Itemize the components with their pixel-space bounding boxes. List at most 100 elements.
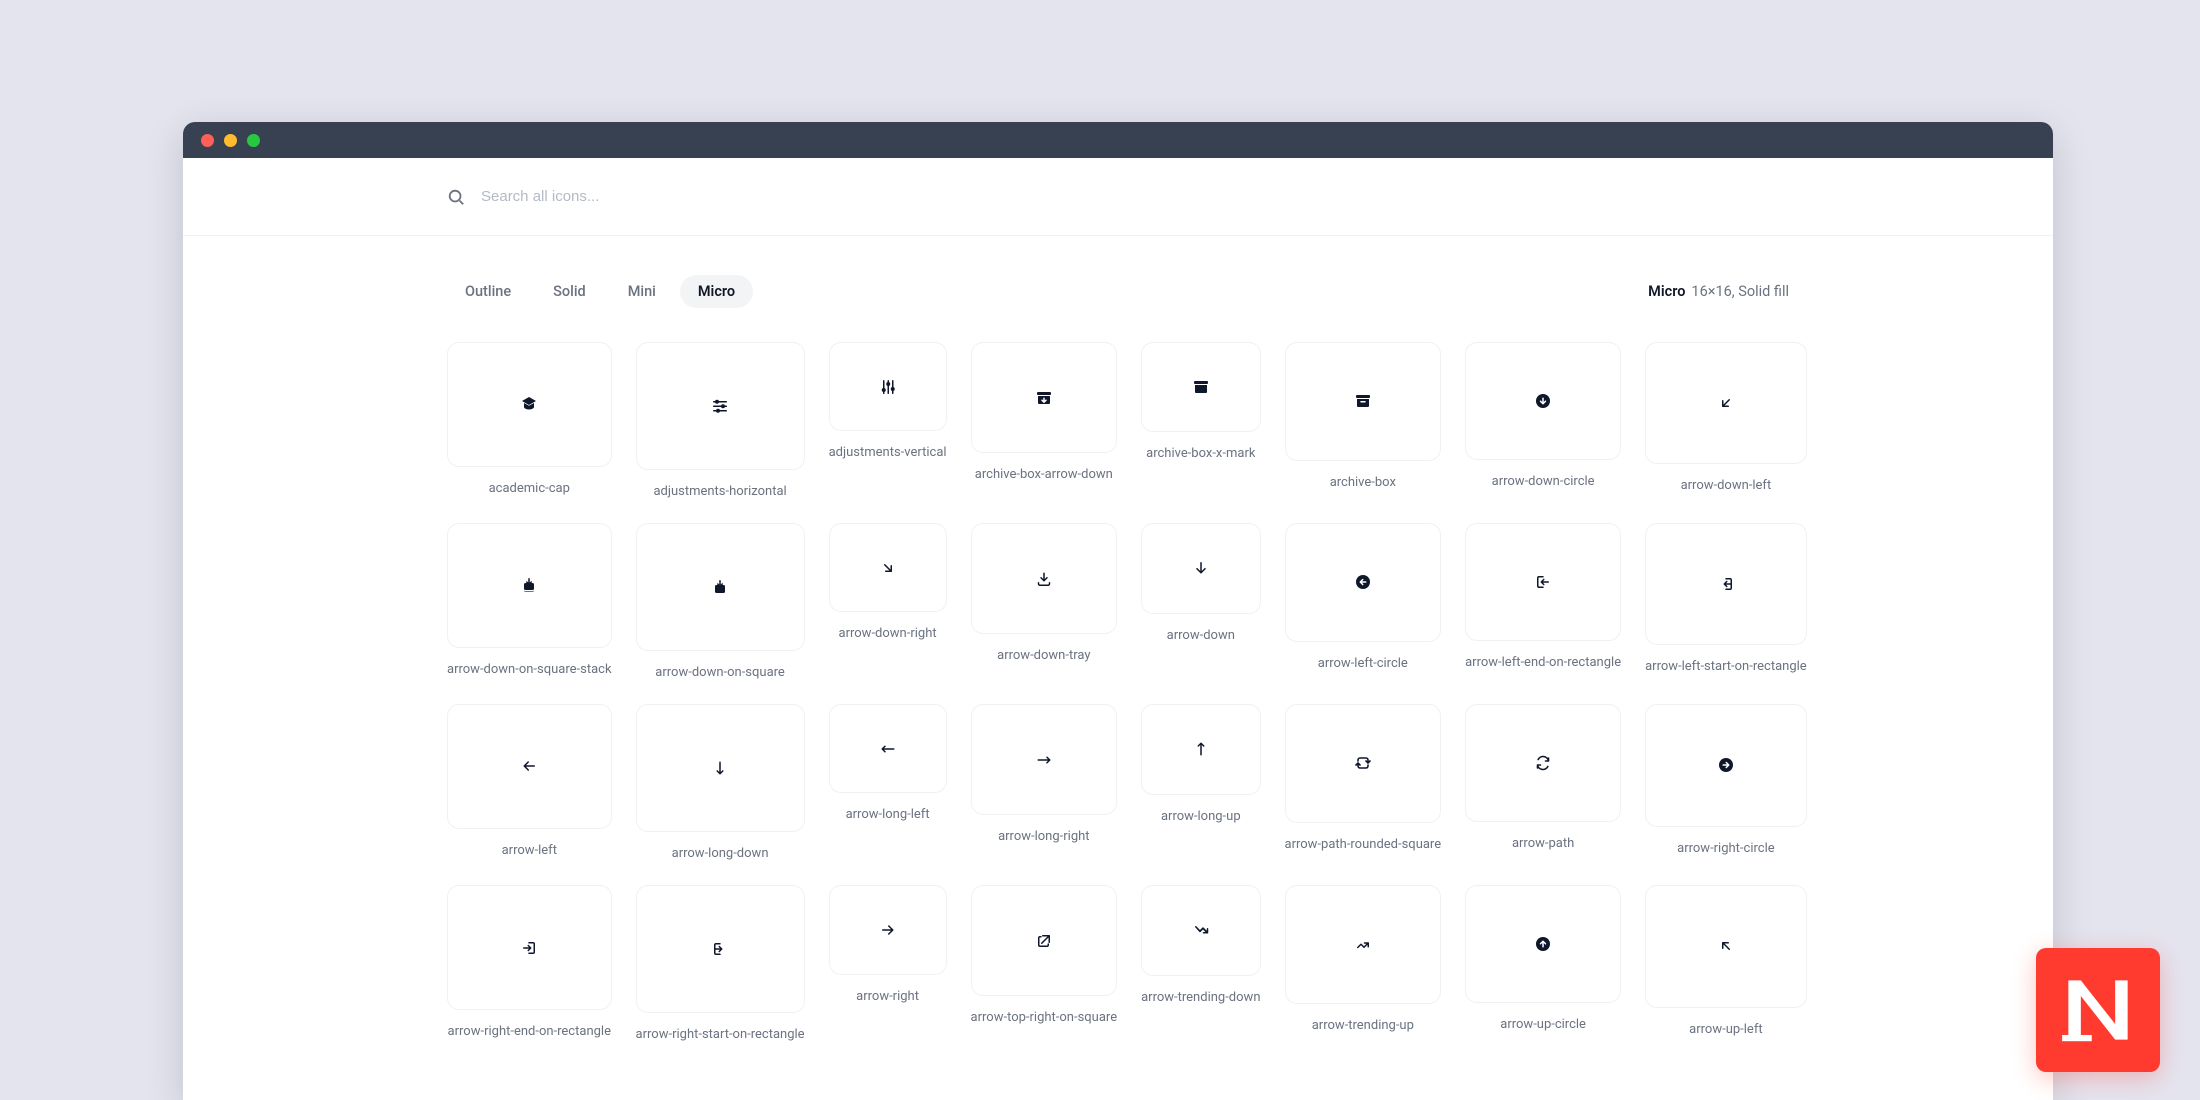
icon-card-arrow-trending-up: arrow-trending-up [1285, 885, 1442, 1042]
search-input[interactable] [481, 188, 981, 205]
arrow-long-right-icon[interactable] [971, 704, 1118, 815]
arrow-long-down-icon[interactable] [636, 704, 805, 832]
icon-card-arrow-long-up: arrow-long-up [1141, 704, 1260, 861]
icon-label: arrow-right-start-on-rectangle [636, 1027, 805, 1042]
icon-label: arrow-long-right [998, 829, 1089, 844]
arrow-down-on-square-stack-icon[interactable] [447, 523, 612, 648]
icon-card-arrow-down-right: arrow-down-right [829, 523, 947, 680]
archive-box-x-mark-icon[interactable] [1141, 342, 1260, 432]
icon-card-arrow-top-right-on-square: arrow-top-right-on-square [971, 885, 1118, 1042]
tab-outline[interactable]: Outline [447, 275, 529, 308]
icon-label: arrow-down-on-square-stack [447, 662, 612, 677]
arrow-trending-down-icon[interactable] [1141, 885, 1260, 975]
icon-label: arrow-long-down [672, 846, 769, 861]
icon-card-arrow-left-start-on-rectangle: arrow-left-start-on-rectangle [1645, 523, 1807, 680]
icon-card-arrow-long-left: arrow-long-left [829, 704, 947, 861]
icon-label: archive-box-x-mark [1146, 446, 1255, 461]
arrow-left-icon[interactable] [447, 704, 612, 829]
arrow-down-right-icon[interactable] [829, 523, 947, 612]
arrow-right-icon[interactable] [829, 885, 947, 974]
close-window-button[interactable] [201, 134, 214, 147]
archive-box-arrow-down-icon[interactable] [971, 342, 1118, 453]
style-tabs: OutlineSolidMiniMicro [447, 275, 753, 308]
arrow-right-circle-icon[interactable] [1645, 704, 1807, 826]
icon-label: arrow-right [856, 989, 919, 1004]
icon-card-arrow-path-rounded-square: arrow-path-rounded-square [1285, 704, 1442, 861]
brand-badge [2036, 948, 2160, 1072]
brand-logo-icon [2059, 971, 2137, 1049]
tab-mini[interactable]: Mini [610, 275, 674, 308]
arrow-down-tray-icon[interactable] [971, 523, 1118, 634]
arrow-down-icon[interactable] [1141, 523, 1260, 613]
icon-card-arrow-down-tray: arrow-down-tray [971, 523, 1118, 680]
icon-card-arrow-right-start-on-rectangle: arrow-right-start-on-rectangle [636, 885, 805, 1042]
icon-card-arrow-left: arrow-left [447, 704, 612, 861]
icon-label: archive-box [1330, 475, 1396, 490]
maximize-window-button[interactable] [247, 134, 260, 147]
icon-label: arrow-left-circle [1318, 656, 1408, 671]
icon-label: arrow-right-end-on-rectangle [448, 1024, 611, 1039]
adjustments-horizontal-icon[interactable] [636, 342, 805, 470]
icon-label: arrow-down-circle [1492, 474, 1595, 489]
icon-label: arrow-up-left [1689, 1022, 1762, 1037]
icon-label: arrow-up-circle [1500, 1017, 1586, 1032]
style-meta: Micro16×16, Solid fill [1648, 283, 1789, 300]
icon-card-arrow-up-circle: arrow-up-circle [1465, 885, 1621, 1042]
icon-card-arrow-right: arrow-right [829, 885, 947, 1042]
arrow-long-left-icon[interactable] [829, 704, 947, 793]
icon-card-arrow-left-end-on-rectangle: arrow-left-end-on-rectangle [1465, 523, 1621, 680]
icon-label: arrow-down-on-square [655, 665, 785, 680]
icon-label: adjustments-horizontal [653, 484, 786, 499]
icon-card-adjustments-horizontal: adjustments-horizontal [636, 342, 805, 499]
icon-label: arrow-down-tray [997, 648, 1090, 663]
icon-label: arrow-right-circle [1677, 841, 1775, 856]
icon-card-archive-box-arrow-down: archive-box-arrow-down [971, 342, 1118, 499]
icon-card-arrow-left-circle: arrow-left-circle [1285, 523, 1442, 680]
icon-label: archive-box-arrow-down [975, 467, 1113, 482]
arrow-path-rounded-square-icon[interactable] [1285, 704, 1442, 823]
icon-label: arrow-top-right-on-square [971, 1010, 1118, 1025]
icon-label: arrow-left-end-on-rectangle [1465, 655, 1621, 670]
arrow-trending-up-icon[interactable] [1285, 885, 1442, 1004]
arrow-left-start-on-rectangle-icon[interactable] [1645, 523, 1807, 645]
icon-label: arrow-path-rounded-square [1285, 837, 1442, 852]
arrow-down-on-square-icon[interactable] [636, 523, 805, 651]
archive-box-icon[interactable] [1285, 342, 1442, 461]
icon-card-academic-cap: academic-cap [447, 342, 612, 499]
icon-card-arrow-down-on-square-stack: arrow-down-on-square-stack [447, 523, 612, 680]
icon-label: arrow-down-left [1681, 478, 1772, 493]
icon-card-arrow-path: arrow-path [1465, 704, 1621, 861]
arrow-down-left-icon[interactable] [1645, 342, 1807, 464]
arrow-long-up-icon[interactable] [1141, 704, 1260, 794]
academic-cap-icon[interactable] [447, 342, 612, 467]
adjustments-vertical-icon[interactable] [829, 342, 947, 431]
arrow-path-icon[interactable] [1465, 704, 1621, 822]
icon-card-arrow-long-right: arrow-long-right [971, 704, 1118, 861]
style-meta-name: Micro [1648, 283, 1685, 300]
arrow-down-circle-icon[interactable] [1465, 342, 1621, 460]
arrow-top-right-on-square-icon[interactable] [971, 885, 1118, 996]
arrow-left-end-on-rectangle-icon[interactable] [1465, 523, 1621, 641]
icon-label: adjustments-vertical [829, 445, 947, 460]
tab-micro[interactable]: Micro [680, 275, 753, 308]
icon-label: arrow-left-start-on-rectangle [1645, 659, 1807, 674]
icon-label: arrow-left [502, 843, 557, 858]
icon-label: arrow-down [1167, 628, 1235, 643]
icon-card-arrow-down-left: arrow-down-left [1645, 342, 1807, 499]
search-icon [447, 188, 465, 206]
browser-window: OutlineSolidMiniMicro Micro16×16, Solid … [183, 122, 2053, 1100]
icon-card-arrow-down-circle: arrow-down-circle [1465, 342, 1621, 499]
icon-card-arrow-right-circle: arrow-right-circle [1645, 704, 1807, 861]
tab-solid[interactable]: Solid [535, 275, 604, 308]
icon-label: arrow-trending-up [1312, 1018, 1414, 1033]
icon-card-arrow-trending-down: arrow-trending-down [1141, 885, 1260, 1042]
arrow-up-circle-icon[interactable] [1465, 885, 1621, 1003]
arrow-up-left-icon[interactable] [1645, 885, 1807, 1007]
icon-card-archive-box-x-mark: archive-box-x-mark [1141, 342, 1260, 499]
minimize-window-button[interactable] [224, 134, 237, 147]
arrow-right-end-on-rectangle-icon[interactable] [447, 885, 612, 1010]
icon-card-arrow-right-end-on-rectangle: arrow-right-end-on-rectangle [447, 885, 612, 1042]
arrow-left-circle-icon[interactable] [1285, 523, 1442, 642]
icon-label: arrow-trending-down [1141, 990, 1260, 1005]
arrow-right-start-on-rectangle-icon[interactable] [636, 885, 805, 1013]
